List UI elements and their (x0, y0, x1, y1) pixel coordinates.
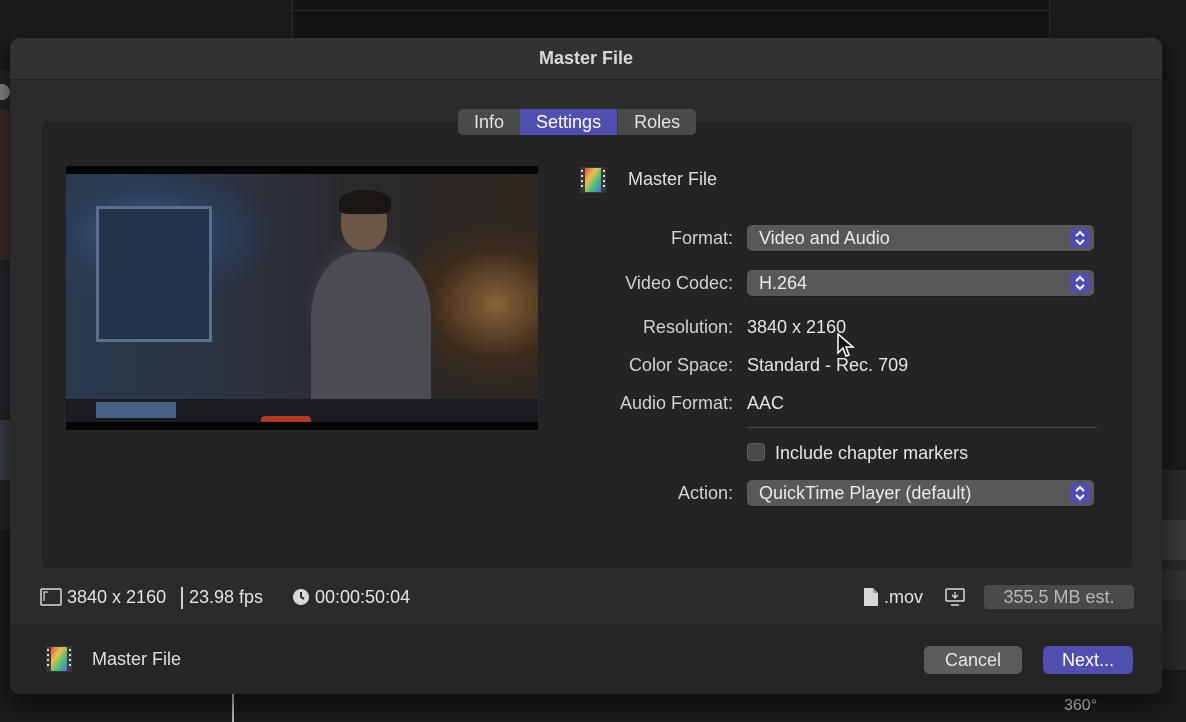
action-popup[interactable]: QuickTime Player (default) (747, 480, 1094, 506)
colorspace-value: Standard - Rec. 709 (747, 355, 909, 375)
display-icon (944, 587, 966, 612)
codec-value: H.264 (759, 273, 808, 293)
tab-bar: Info Settings Roles (458, 109, 697, 135)
format-label: Format: (670, 228, 733, 248)
chapter-markers-checkbox[interactable] (747, 443, 765, 461)
mouse-cursor-icon (837, 332, 856, 364)
info-dimensions: 3840 x 2160 (67, 587, 167, 607)
popup-stepper-icon (1070, 483, 1090, 503)
filmstrip-icon (44, 644, 74, 674)
format-value: Video and Audio (759, 228, 890, 248)
info-fps: 23.98 fps (189, 587, 264, 607)
frame-size-icon (40, 588, 62, 611)
chapter-markers-label[interactable]: Include chapter markers (775, 443, 968, 464)
background-playhead (232, 690, 234, 722)
background-right-strip (1162, 470, 1186, 670)
resolution-label: Resolution: (642, 317, 733, 337)
action-value: QuickTime Player (default) (759, 483, 972, 503)
popup-stepper-icon (1070, 273, 1090, 293)
footer-destination-label: Master File (92, 649, 182, 669)
tab-settings[interactable]: Settings (520, 109, 618, 135)
clock-icon (292, 588, 310, 611)
video-preview (66, 166, 538, 430)
popup-stepper-icon (1070, 228, 1090, 248)
audio-format-label: Audio Format: (619, 393, 733, 413)
dialog-titlebar: Master File (10, 38, 1162, 80)
estimated-size-badge: 355.5 MB est. (984, 585, 1134, 609)
tab-roles[interactable]: Roles (617, 109, 696, 135)
format-popup[interactable]: Video and Audio (747, 225, 1094, 251)
codec-label: Video Codec: (625, 273, 733, 293)
codec-popup[interactable]: H.264 (747, 270, 1094, 296)
dialog-title: Master File (538, 48, 634, 68)
action-label: Action: (677, 483, 733, 503)
tab-info[interactable]: Info (458, 109, 520, 135)
resolution-value: 3840 x 2160 (747, 317, 847, 337)
filmstrip-icon (578, 165, 608, 195)
next-button[interactable]: Next... (1043, 646, 1133, 674)
audio-format-value: AAC (747, 393, 785, 413)
section-divider (747, 427, 1097, 428)
destination-name: Master File (628, 169, 718, 189)
document-icon (863, 587, 879, 612)
info-separator (181, 587, 183, 609)
background-timeline-top (292, 0, 1050, 38)
info-duration: 00:00:50:04 (315, 587, 411, 607)
preview-frame (66, 174, 538, 422)
info-extension: .mov (884, 587, 924, 607)
background-degree-label: 360° (1064, 697, 1098, 714)
colorspace-label: Color Space: (628, 355, 733, 375)
cancel-button[interactable]: Cancel (924, 646, 1022, 674)
